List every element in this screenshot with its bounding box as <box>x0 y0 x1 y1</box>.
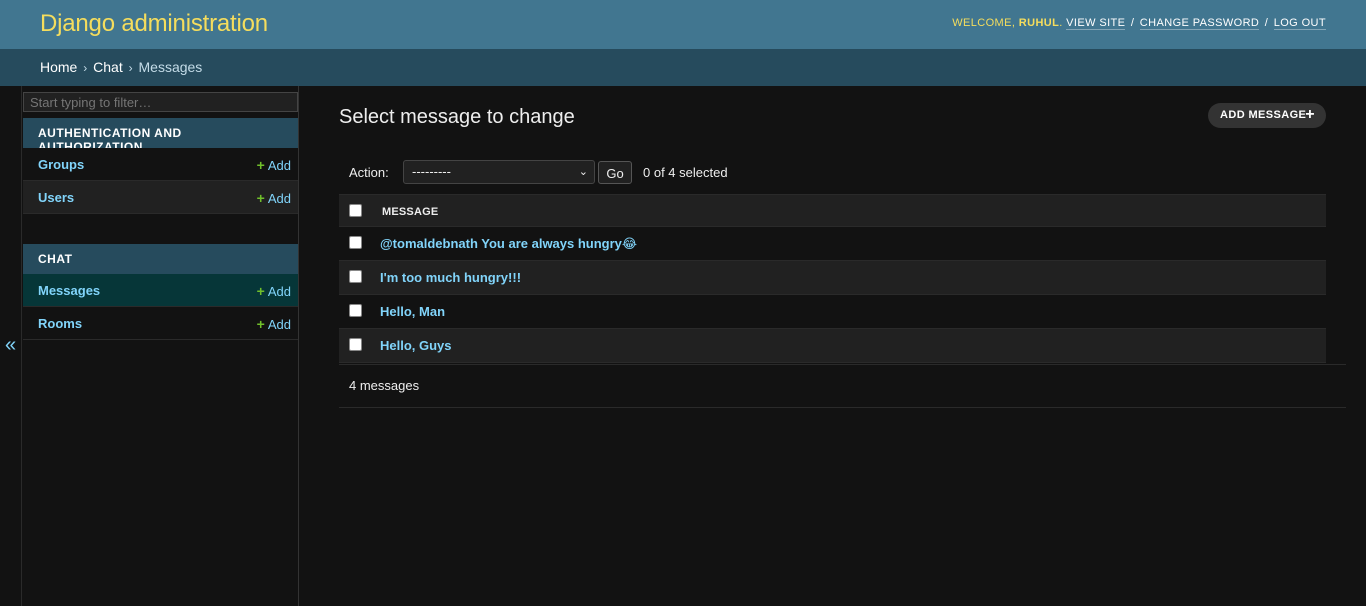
row-checkbox[interactable] <box>349 304 362 317</box>
breadcrumb-current: Messages <box>138 59 203 75</box>
message-link[interactable]: Hello, Man <box>380 304 445 319</box>
change-password-link[interactable]: Change password <box>1139 17 1260 30</box>
selected-count: 0 of 4 selected <box>643 165 728 180</box>
double-chevron-left-icon: « <box>5 334 17 356</box>
go-button[interactable]: Go <box>598 161 632 184</box>
add-messages-link[interactable]: + Add <box>257 283 291 299</box>
sidebar-item-messages[interactable]: Messages + Add <box>23 274 298 307</box>
sidebar-item-users[interactable]: Users + Add <box>23 181 298 214</box>
view-site-link[interactable]: View site <box>1066 17 1126 30</box>
sidebar-item-rooms[interactable]: Rooms + Add <box>23 307 298 340</box>
plus-icon: + <box>1305 106 1315 123</box>
module-caption-auth[interactable]: Authentication and Authorization <box>23 118 298 154</box>
table-row: @tomaldebnath You are always hungry😂 <box>339 227 1326 261</box>
add-users-link[interactable]: + Add <box>257 190 291 206</box>
row-checkbox[interactable] <box>349 236 362 249</box>
sidebar-item-label[interactable]: Users <box>38 190 74 205</box>
table-row: Hello, Guys <box>339 329 1326 363</box>
column-header-message[interactable]: Message <box>382 206 438 218</box>
breadcrumb-home[interactable]: Home <box>40 59 77 75</box>
message-link[interactable]: I'm too much hungry!!! <box>380 270 521 285</box>
nav-sidebar: Authentication and Authorization Groups … <box>22 86 299 606</box>
sidebar-item-label[interactable]: Messages <box>38 283 100 298</box>
add-message-button[interactable]: Add message + <box>1208 103 1326 128</box>
welcome-text: Welcome, <box>952 17 1016 29</box>
table-row: I'm too much hungry!!! <box>339 261 1326 295</box>
message-link[interactable]: Hello, Guys <box>380 338 452 353</box>
add-rooms-link[interactable]: + Add <box>257 316 291 332</box>
sidebar-item-label[interactable]: Rooms <box>38 316 82 331</box>
sidebar-item-groups[interactable]: Groups + Add <box>23 148 298 181</box>
user-tools: Welcome, ruhul. View site / Change passw… <box>952 17 1326 30</box>
action-select-value: --------- <box>412 164 451 179</box>
table-row: Hello, Man <box>339 295 1326 329</box>
header: Django administration Welcome, ruhul. Vi… <box>0 0 1366 49</box>
actions-bar: Action: --------- ⌄ Go 0 of 4 selected <box>339 160 1326 186</box>
action-select[interactable]: --------- ⌄ <box>403 160 595 184</box>
sidebar-item-label[interactable]: Groups <box>38 157 84 172</box>
log-out-link[interactable]: Log out <box>1273 17 1326 30</box>
plus-icon: + <box>256 283 265 299</box>
breadcrumb-chat[interactable]: Chat <box>93 59 123 75</box>
add-message-label: Add message <box>1220 109 1307 121</box>
message-link[interactable]: @tomaldebnath You are always hungry😂 <box>380 236 637 252</box>
paginator: 4 messages <box>339 364 1346 408</box>
row-checkbox[interactable] <box>349 338 362 351</box>
plus-icon: + <box>256 190 265 206</box>
page-title: Select message to change <box>339 106 575 128</box>
module-caption-chat[interactable]: Chat <box>23 244 298 274</box>
select-all-checkbox[interactable] <box>349 204 362 217</box>
plus-icon: + <box>256 157 265 173</box>
action-label: Action: <box>349 165 389 180</box>
row-checkbox[interactable] <box>349 270 362 283</box>
table-header: Message <box>339 194 1326 227</box>
toggle-sidebar-button[interactable]: « <box>0 86 22 606</box>
chevron-down-icon: ⌄ <box>578 166 588 178</box>
breadcrumb: Home › Chat › Messages <box>0 49 1366 86</box>
nav-filter-input[interactable] <box>23 92 298 112</box>
site-branding[interactable]: Django administration <box>40 10 268 38</box>
username: ruhul <box>1018 17 1060 29</box>
paginator-count: 4 messages <box>349 378 420 393</box>
plus-icon: + <box>256 316 265 332</box>
add-groups-link[interactable]: + Add <box>257 157 291 173</box>
